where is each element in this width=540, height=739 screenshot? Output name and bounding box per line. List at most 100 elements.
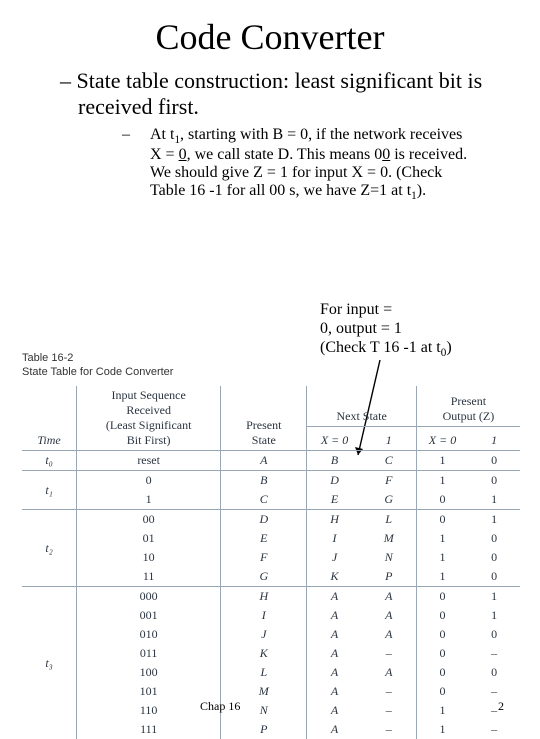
bullet-level-2: –At t1, starting with B = 0, if the netw… xyxy=(30,126,510,202)
th-ns-x1: 1 xyxy=(362,427,417,451)
z1-cell: 0 xyxy=(468,529,520,548)
ns0-cell: A xyxy=(307,720,362,739)
ps-cell: B xyxy=(221,471,307,491)
th-seq: Input Sequence Received (Least Significa… xyxy=(77,386,221,451)
ps-cell: F xyxy=(221,548,307,567)
z0-cell: 1 xyxy=(416,567,468,587)
z1-cell: 0 xyxy=(468,451,520,471)
th-out-x1: 1 xyxy=(468,427,520,451)
time-cell: t₃ xyxy=(22,587,77,739)
seq-cell: reset xyxy=(77,451,221,471)
seq-cell: 000 xyxy=(77,587,221,607)
ns1-cell: – xyxy=(362,701,417,720)
table-row: 1CEG01 xyxy=(22,490,520,510)
z0-cell: 0 xyxy=(416,644,468,663)
ps-cell: G xyxy=(221,567,307,587)
page-title: Code Converter xyxy=(30,16,510,58)
ns1-cell: – xyxy=(362,644,417,663)
table-row: 010JAA00 xyxy=(22,625,520,644)
table-row: 101MA–0– xyxy=(22,682,520,701)
table-row: 011KA–0– xyxy=(22,644,520,663)
seq-cell: 100 xyxy=(77,663,221,682)
ps-cell: P xyxy=(221,720,307,739)
footer-page-number: 2 xyxy=(498,699,504,714)
footer-chapter: Chap 16 xyxy=(200,699,240,714)
time-cell: t₁ xyxy=(22,471,77,510)
ps-cell: E xyxy=(221,529,307,548)
z0-cell: 0 xyxy=(416,510,468,530)
z1-cell: – xyxy=(468,682,520,701)
z0-cell: 1 xyxy=(416,471,468,491)
ns0-cell: A xyxy=(307,587,362,607)
ns0-cell: A xyxy=(307,644,362,663)
table-row: 11GKP10 xyxy=(22,567,520,587)
z0-cell: 1 xyxy=(416,548,468,567)
ps-cell: C xyxy=(221,490,307,510)
seq-cell: 10 xyxy=(77,548,221,567)
ns0-cell: K xyxy=(307,567,362,587)
table-row: t₀resetABC10 xyxy=(22,451,520,471)
seq-cell: 11 xyxy=(77,567,221,587)
table-row: t₁0BDF10 xyxy=(22,471,520,491)
ns1-cell: L xyxy=(362,510,417,530)
th-next-state: Next State xyxy=(307,386,416,427)
seq-cell: 010 xyxy=(77,625,221,644)
state-table-block: Table 16-2 State Table for Code Converte… xyxy=(22,352,520,739)
bullet-level-1: – State table construction: least signif… xyxy=(30,68,510,120)
seq-cell: 1 xyxy=(77,490,221,510)
table-row: 111PA–1– xyxy=(22,720,520,739)
z0-cell: 0 xyxy=(416,587,468,607)
z1-cell: – xyxy=(468,644,520,663)
ns0-cell: J xyxy=(307,548,362,567)
z1-cell: – xyxy=(468,701,520,720)
seq-cell: 011 xyxy=(77,644,221,663)
z0-cell: 0 xyxy=(416,663,468,682)
ns1-cell: F xyxy=(362,471,417,491)
z1-cell: 0 xyxy=(468,567,520,587)
z1-cell: 1 xyxy=(468,606,520,625)
table-row: 01EIM10 xyxy=(22,529,520,548)
th-output: PresentOutput (Z) xyxy=(416,386,520,427)
ns1-cell: N xyxy=(362,548,417,567)
ns0-cell: H xyxy=(307,510,362,530)
table-title: State Table for Code Converter xyxy=(22,366,520,378)
ns0-cell: A xyxy=(307,701,362,720)
z0-cell: 1 xyxy=(416,529,468,548)
table-row: t₂00DHL01 xyxy=(22,510,520,530)
seq-cell: 01 xyxy=(77,529,221,548)
table-label: Table 16-2 xyxy=(22,352,520,364)
seq-cell: 00 xyxy=(77,510,221,530)
z1-cell: 0 xyxy=(468,471,520,491)
table-row: 110NA–1– xyxy=(22,701,520,720)
ns0-cell: B xyxy=(307,451,362,471)
ns0-cell: I xyxy=(307,529,362,548)
table-row: 100LAA00 xyxy=(22,663,520,682)
ns0-cell: A xyxy=(307,625,362,644)
ps-cell: L xyxy=(221,663,307,682)
ns1-cell: P xyxy=(362,567,417,587)
ns1-cell: M xyxy=(362,529,417,548)
ns0-cell: A xyxy=(307,663,362,682)
state-table: Time Input Sequence Received (Least Sign… xyxy=(22,386,520,739)
z0-cell: 0 xyxy=(416,490,468,510)
z0-cell: 1 xyxy=(416,701,468,720)
ns0-cell: A xyxy=(307,606,362,625)
ns1-cell: A xyxy=(362,625,417,644)
ps-cell: D xyxy=(221,510,307,530)
ns1-cell: – xyxy=(362,720,417,739)
ns1-cell: A xyxy=(362,587,417,607)
ns1-cell: A xyxy=(362,606,417,625)
ps-cell: A xyxy=(221,451,307,471)
seq-cell: 111 xyxy=(77,720,221,739)
table-row: 10FJN10 xyxy=(22,548,520,567)
time-cell: t₀ xyxy=(22,451,77,471)
z0-cell: 0 xyxy=(416,625,468,644)
z1-cell: 1 xyxy=(468,490,520,510)
z1-cell: 1 xyxy=(468,587,520,607)
z0-cell: 1 xyxy=(416,720,468,739)
ns0-cell: E xyxy=(307,490,362,510)
table-row: 001IAA01 xyxy=(22,606,520,625)
z0-cell: 1 xyxy=(416,451,468,471)
ns0-cell: D xyxy=(307,471,362,491)
ns1-cell: A xyxy=(362,663,417,682)
